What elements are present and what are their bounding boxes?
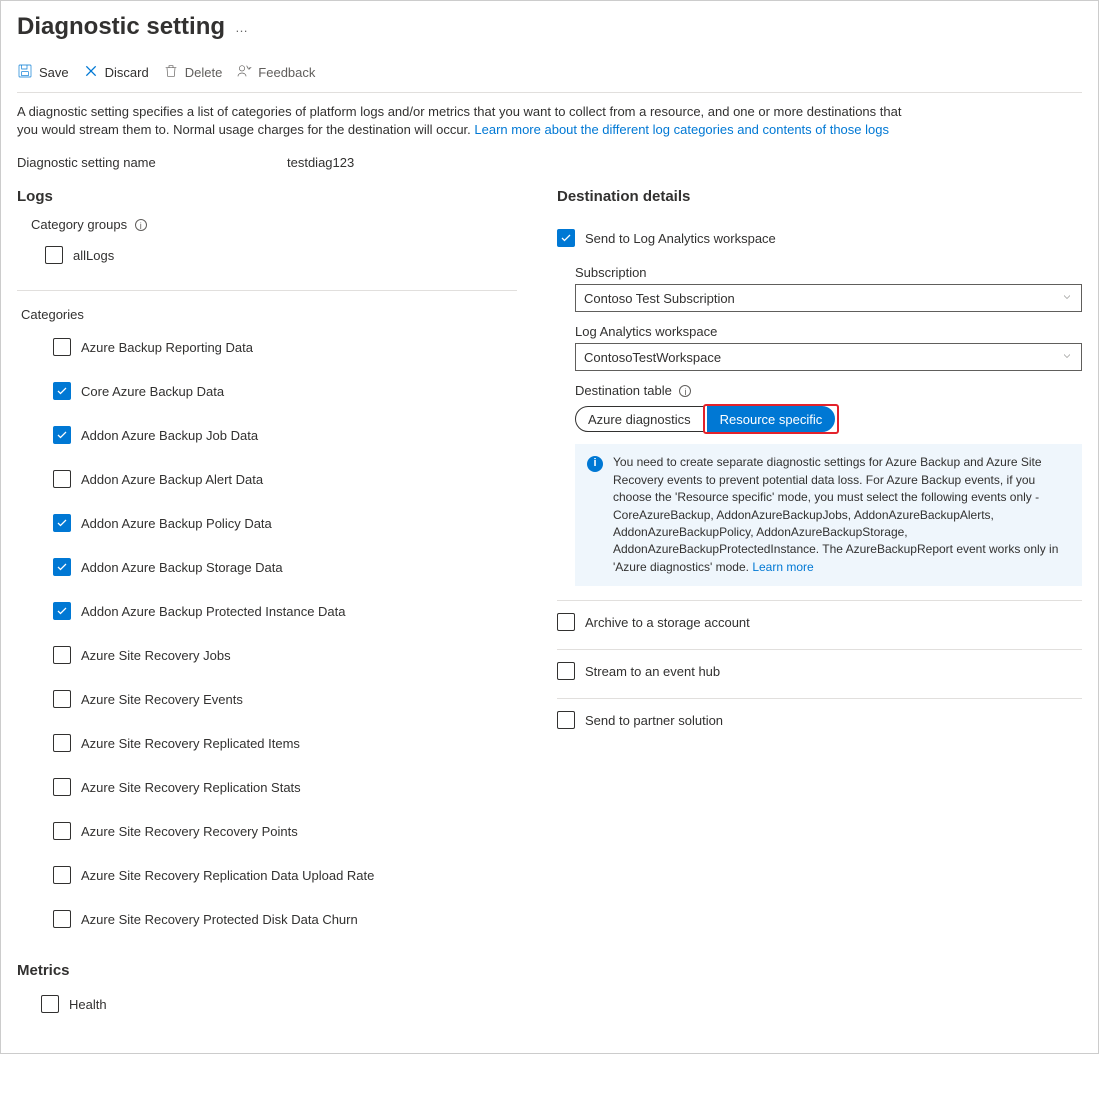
- checkbox-label: Azure Site Recovery Events: [81, 692, 243, 707]
- dest-storage-checkbox[interactable]: [557, 613, 575, 631]
- checkbox-row: Azure Site Recovery Recovery Points: [17, 816, 517, 846]
- info-learn-more-link[interactable]: Learn more: [752, 560, 813, 574]
- dest-eventhub-label: Stream to an event hub: [585, 664, 720, 679]
- checkbox-label: Azure Site Recovery Recovery Points: [81, 824, 298, 839]
- checkbox-label: Health: [69, 997, 107, 1012]
- checkbox[interactable]: [53, 778, 71, 796]
- highlight-resource-specific: Resource specific: [703, 404, 840, 434]
- save-label: Save: [39, 65, 69, 80]
- checkbox-label: Addon Azure Backup Storage Data: [81, 560, 283, 575]
- checkbox-row: Azure Site Recovery Replication Stats: [17, 772, 517, 802]
- dest-log-analytics-label: Send to Log Analytics workspace: [585, 231, 776, 246]
- info-callout-text: You need to create separate diagnostic s…: [613, 455, 1058, 573]
- checkbox-label: Azure Site Recovery Replicated Items: [81, 736, 300, 751]
- toggle-resource-specific[interactable]: Resource specific: [707, 406, 836, 432]
- checkbox-label: Azure Site Recovery Replication Stats: [81, 780, 301, 795]
- checkbox-row: Azure Site Recovery Protected Disk Data …: [17, 904, 517, 934]
- checkbox[interactable]: [53, 910, 71, 928]
- workspace-select[interactable]: ContosoTestWorkspace: [575, 343, 1082, 371]
- checkbox[interactable]: [53, 426, 71, 444]
- workspace-label: Log Analytics workspace: [575, 324, 1082, 339]
- delete-label: Delete: [185, 65, 223, 80]
- x-icon: [83, 63, 99, 82]
- checkbox-row: Addon Azure Backup Policy Data: [17, 508, 517, 538]
- discard-label: Discard: [105, 65, 149, 80]
- checkbox-label: Azure Site Recovery Protected Disk Data …: [81, 912, 358, 927]
- destination-heading: Destination details: [557, 188, 1082, 205]
- dest-eventhub-checkbox[interactable]: [557, 662, 575, 680]
- chevron-down-icon: [1061, 291, 1073, 306]
- checkbox-label: Addon Azure Backup Alert Data: [81, 472, 263, 487]
- category-groups-label: Category groups: [31, 217, 127, 232]
- setting-name-label: Diagnostic setting name: [17, 155, 287, 170]
- chevron-down-icon: [1061, 350, 1073, 365]
- subscription-select[interactable]: Contoso Test Subscription: [575, 284, 1082, 312]
- checkbox[interactable]: [53, 558, 71, 576]
- dest-partner-label: Send to partner solution: [585, 713, 723, 728]
- discard-button[interactable]: Discard: [83, 63, 149, 82]
- save-icon: [17, 63, 33, 82]
- trash-icon: [163, 63, 179, 82]
- checkbox[interactable]: [53, 690, 71, 708]
- info-callout: i You need to create separate diagnostic…: [575, 444, 1082, 586]
- setting-name-value[interactable]: testdiag123: [287, 155, 354, 170]
- subscription-label: Subscription: [575, 265, 1082, 280]
- checkbox-row: Addon Azure Backup Alert Data: [17, 464, 517, 494]
- intro-text: A diagnostic setting specifies a list of…: [17, 103, 917, 139]
- info-bubble-icon: i: [587, 456, 603, 472]
- info-icon[interactable]: i: [679, 385, 691, 397]
- checkbox[interactable]: [41, 995, 59, 1013]
- checkbox-label: Azure Backup Reporting Data: [81, 340, 253, 355]
- more-menu-icon[interactable]: …: [235, 20, 249, 35]
- checkbox[interactable]: [53, 338, 71, 356]
- checkbox-row: Azure Site Recovery Replication Data Upl…: [17, 860, 517, 890]
- categories-label: Categories: [21, 307, 517, 322]
- checkbox-row: Azure Site Recovery Replicated Items: [17, 728, 517, 758]
- checkbox-label: Addon Azure Backup Protected Instance Da…: [81, 604, 346, 619]
- checkbox-row: Core Azure Backup Data: [17, 376, 517, 406]
- checkbox-row: Addon Azure Backup Protected Instance Da…: [17, 596, 517, 626]
- subscription-value: Contoso Test Subscription: [584, 291, 735, 306]
- delete-button[interactable]: Delete: [163, 63, 223, 82]
- checkbox-label: allLogs: [73, 248, 114, 263]
- feedback-button[interactable]: Feedback: [236, 63, 315, 82]
- checkbox-row: Azure Site Recovery Events: [17, 684, 517, 714]
- checkbox[interactable]: [53, 734, 71, 752]
- checkbox-label: Azure Site Recovery Jobs: [81, 648, 231, 663]
- checkbox-label: Core Azure Backup Data: [81, 384, 224, 399]
- info-icon[interactable]: i: [135, 219, 147, 231]
- checkbox[interactable]: [53, 470, 71, 488]
- checkbox-row: Health: [17, 989, 517, 1019]
- checkbox[interactable]: [53, 514, 71, 532]
- command-bar: Save Discard Delete Feedback: [17, 57, 1082, 93]
- checkbox[interactable]: [53, 866, 71, 884]
- page-title: Diagnostic setting: [17, 13, 225, 41]
- checkbox[interactable]: [53, 646, 71, 664]
- checkbox[interactable]: [53, 602, 71, 620]
- checkbox-row: Azure Site Recovery Jobs: [17, 640, 517, 670]
- checkbox[interactable]: [53, 822, 71, 840]
- checkbox-label: Addon Azure Backup Job Data: [81, 428, 258, 443]
- toggle-azure-diagnostics[interactable]: Azure diagnostics: [575, 406, 704, 432]
- learn-more-link[interactable]: Learn more about the different log categ…: [474, 122, 889, 137]
- checkbox-row: Addon Azure Backup Job Data: [17, 420, 517, 450]
- dest-log-analytics-checkbox[interactable]: [557, 229, 575, 247]
- checkbox-label: Azure Site Recovery Replication Data Upl…: [81, 868, 374, 883]
- checkbox-row: allLogs: [17, 240, 517, 270]
- dest-partner-checkbox[interactable]: [557, 711, 575, 729]
- checkbox[interactable]: [53, 382, 71, 400]
- checkbox[interactable]: [45, 246, 63, 264]
- workspace-value: ContosoTestWorkspace: [584, 350, 721, 365]
- logs-heading: Logs: [17, 188, 517, 205]
- metrics-heading: Metrics: [17, 962, 517, 979]
- checkbox-label: Addon Azure Backup Policy Data: [81, 516, 272, 531]
- dest-storage-label: Archive to a storage account: [585, 615, 750, 630]
- checkbox-row: Azure Backup Reporting Data: [17, 332, 517, 362]
- save-button[interactable]: Save: [17, 63, 69, 82]
- feedback-label: Feedback: [258, 65, 315, 80]
- checkbox-row: Addon Azure Backup Storage Data: [17, 552, 517, 582]
- destination-table-label: Destination table: [575, 383, 672, 398]
- feedback-icon: [236, 63, 252, 82]
